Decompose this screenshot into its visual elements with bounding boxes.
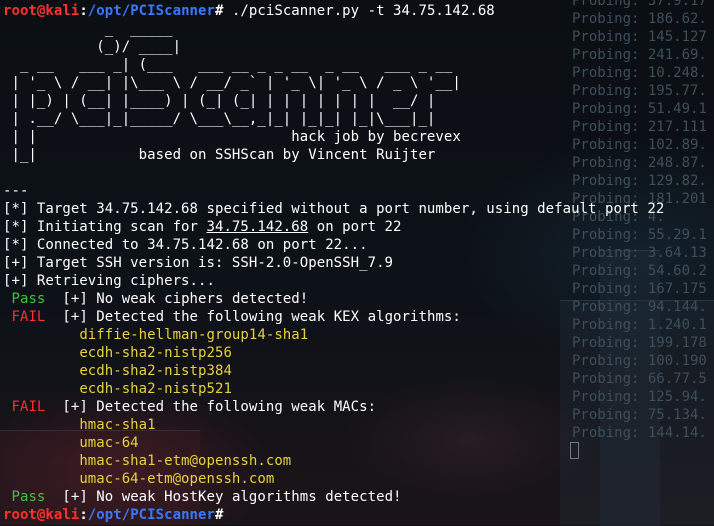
mac-algorithm-item: hmac-sha1-etm@openssh.com [3,452,714,470]
result-message: [+] No weak HostKey algorithms detected! [62,489,402,505]
prompt-symbol: # [214,507,224,523]
result-kex: FAIL [+] Detected the following weak KEX… [3,308,714,326]
status-pass: Pass [11,291,46,307]
terminal-window[interactable]: root@kali:/opt/PCIScanner# ./pciScanner.… [3,2,714,525]
result-message: [+] Detected the following weak MACs: [62,399,377,415]
banner-line: _ _____ [3,21,173,37]
prompt-separator: : [79,3,88,19]
initiating-suffix: on port 22 [308,219,402,235]
banner-line: (_)/ ____| [3,39,182,55]
banner-credit-line: | | hack job by becrevex [3,129,461,145]
algorithm-name: diffie-hellman-group14-sha1 [79,327,309,343]
separator-line: --- [3,183,29,199]
initiating-prefix: [*] Initiating scan for [3,219,207,235]
algorithm-name: ecdh-sha2-nistp521 [79,381,232,397]
mac-algorithm-item: hmac-sha1 [3,416,714,434]
kex-algorithm-item: diffie-hellman-group14-sha1 [3,326,714,344]
algorithm-name: umac-64-etm@openssh.com [79,471,275,487]
command-line-prompt[interactable]: root@kali:/opt/PCIScanner# [3,506,714,524]
banner-line: _ __ ___ _| (___ ___ __ _ _ __ _ __ ___ … [3,57,453,73]
kex-algorithm-item: ecdh-sha2-nistp384 [3,362,714,380]
banner-credit-line: |_| based on SSHScan by Vincent Ruijter [3,147,436,163]
background-cursor-block [570,442,579,459]
prompt-user-host: root@kali [3,507,80,523]
prompt-separator: : [79,507,88,523]
result-message: [+] No weak ciphers detected! [62,291,309,307]
command-line: root@kali:/opt/PCIScanner# ./pciScanner.… [3,2,714,20]
mac-algorithm-item: umac-64 [3,434,714,452]
log-retrieving: [+] Retrieving ciphers... [3,273,215,289]
algorithm-name: ecdh-sha2-nistp384 [79,363,232,379]
result-hostkey: Pass [+] No weak HostKey algorithms dete… [3,488,714,506]
result-macs: FAIL [+] Detected the following weak MAC… [3,398,714,416]
algorithm-name: ecdh-sha2-nistp256 [79,345,232,361]
prompt-user-host: root@kali [3,3,80,19]
algorithm-name: hmac-sha1 [79,417,156,433]
log-target-warning: [*] Target 34.75.142.68 specified withou… [3,201,665,217]
log-initiating-scan: [*] Initiating scan for 34.75.142.68 on … [3,218,714,236]
log-connected: [*] Connected to 34.75.142.68 on port 22… [3,237,368,253]
mac-algorithm-item: umac-64-etm@openssh.com [3,470,714,488]
result-ciphers: Pass [+] No weak ciphers detected! [3,290,714,308]
algorithm-name: umac-64 [79,435,139,451]
prompt-path: /opt/PCIScanner [87,3,215,19]
status-fail: FAIL [11,309,46,325]
result-message: [+] Detected the following weak KEX algo… [62,309,461,325]
kex-algorithm-item: ecdh-sha2-nistp521 [3,380,714,398]
algorithm-name: hmac-sha1-etm@openssh.com [79,453,292,469]
target-host-link[interactable]: 34.75.142.68 [207,219,309,235]
prompt-path: /opt/PCIScanner [87,507,215,523]
log-ssh-version: [+] Target SSH version is: SSH-2.0-OpenS… [3,255,394,271]
entered-command: ./pciScanner.py -t 34.75.142.68 [223,3,495,19]
banner-line: | .__/ \___|_|_____/ \___\__,_|_| |_|_| … [3,111,436,127]
kex-algorithm-item: ecdh-sha2-nistp256 [3,344,714,362]
status-fail: FAIL [11,399,46,415]
status-pass: Pass [11,489,46,505]
banner-line: | '_ \ / __| |\___ \ / __/ _` | '_ \| '_… [3,75,461,91]
banner-line: | |_) | (__| |____) | (_| (_| | | | | | … [3,93,436,109]
